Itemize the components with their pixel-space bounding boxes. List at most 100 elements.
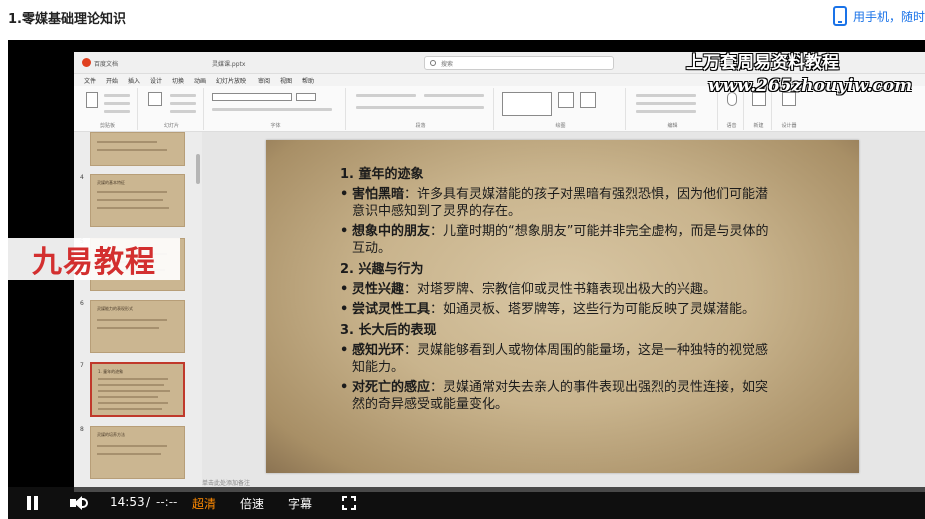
ribbon-label-drawing: 绘图 <box>555 123 566 129</box>
menu-view[interactable]: 视图 <box>280 76 292 85</box>
speaker-cone <box>74 496 82 510</box>
shapes-gallery[interactable] <box>502 92 552 116</box>
sound-wave <box>82 498 88 508</box>
ribbon-label-editing: 编辑 <box>667 123 678 129</box>
bullet-label: 对死亡的感应 <box>352 380 431 395</box>
paste-icon[interactable] <box>86 92 98 108</box>
bullet-item: 想象中的朋友：儿童时期的“想象朋友”可能并非完全虚构，而是与灵体的互动。 <box>340 223 780 257</box>
slide-thumbnail-pane: 4 灵媒的基本特征 5 6 灵媒能力的表现 <box>74 132 202 492</box>
slide-number: 7 <box>80 362 84 369</box>
font-size-select[interactable] <box>296 93 316 101</box>
search-placeholder: 搜索 <box>441 61 454 68</box>
subtitle-button[interactable]: 字幕 <box>288 495 312 512</box>
menu-insert[interactable]: 插入 <box>128 76 140 85</box>
slide-thumbnail[interactable]: 灵媒的培养方法 <box>90 426 185 479</box>
bullet-item: 害怕黑暗：许多具有灵媒潜能的孩子对黑暗有强烈恐惧，因为他们可能潜意识中感知到了灵… <box>340 186 780 220</box>
ribbon-label-new: 新建 <box>753 123 764 129</box>
app-logo-icon <box>82 58 91 67</box>
arrange-icon[interactable] <box>558 92 574 108</box>
menu-review[interactable]: 审阅 <box>258 76 270 85</box>
pause-button[interactable] <box>26 496 40 510</box>
menu-slideshow[interactable]: 幻灯片放映 <box>216 76 246 85</box>
quick-styles-icon[interactable] <box>580 92 596 108</box>
bullet-text: ：对塔罗牌、宗教信仰或灵性书籍表现出极大的兴趣。 <box>404 282 717 297</box>
new-slide-icon[interactable] <box>148 92 162 106</box>
ppt-workspace: 4 灵媒的基本特征 5 6 灵媒能力的表现 <box>74 132 925 492</box>
bullet-label: 灵性兴趣 <box>352 282 405 297</box>
mobile-link-label: 用手机，随时 <box>852 9 925 24</box>
thumbnail-title: 灵媒的基本特征 <box>97 180 125 185</box>
ribbon-group-clipboard: 剪贴板 <box>78 88 138 130</box>
slide-thumbnail-selected[interactable]: 1. 童年的迹象 <box>90 362 185 417</box>
mobile-watch-link[interactable]: 用手机，随时 <box>832 6 925 26</box>
current-slide[interactable]: 1. 童年的迹象 害怕黑暗：许多具有灵媒潜能的孩子对黑暗有强烈恐惧，因为他们可能… <box>266 140 859 473</box>
speed-button[interactable]: 倍速 <box>240 495 264 512</box>
ribbon-group-paragraph: 段落 <box>348 88 494 130</box>
app-name: 百度文档 <box>94 61 119 68</box>
watermark-url: www.265zhouyiw.com <box>708 76 913 96</box>
slide-text-box[interactable]: 1. 童年的迹象 害怕黑暗：许多具有灵媒潜能的孩子对黑暗有强烈恐惧，因为他们可能… <box>340 166 780 413</box>
search-icon <box>430 60 436 66</box>
menu-file[interactable]: 文件 <box>84 76 96 85</box>
watermark-brand: 九易教程 <box>8 238 180 280</box>
section-heading: 3. 长大后的表现 <box>340 323 437 338</box>
bullet-item: 对死亡的感应：灵媒通常对失去亲人的事件表现出强烈的灵性连接，如突然的奇异感受或能… <box>340 379 780 413</box>
phone-icon <box>832 6 847 26</box>
time-separator: / <box>146 495 151 509</box>
notes-placeholder[interactable]: 单击此处添加备注 <box>202 478 250 487</box>
time-current: 14:53 <box>110 495 145 509</box>
bullet-item: 尝试灵性工具：如通灵板、塔罗牌等，这些行为可能反映了灵媒潜能。 <box>340 301 780 318</box>
ppt-window: 百度文档 灵媒课.pptx 搜索 文件 开始 插入 设计 切换 动画 幻灯片放映… <box>74 52 925 492</box>
bullet-text: ：许多具有灵媒潜能的孩子对黑暗有强烈恐惧，因为他们可能潜意识中感知到了灵界的存在… <box>352 187 769 219</box>
watermark-top: 上万套周易资料教程 <box>686 53 839 73</box>
ribbon-label-slides: 幻灯片 <box>163 123 179 129</box>
slide-thumbnail[interactable] <box>90 132 185 166</box>
bullet-label: 害怕黑暗 <box>352 187 405 202</box>
slide-number: 4 <box>80 174 84 181</box>
ppt-search-input[interactable]: 搜索 <box>424 56 614 70</box>
quality-button[interactable]: 超清 <box>192 495 216 512</box>
course-title: 1.零媒基础理论知识 <box>8 12 126 27</box>
bullet-label: 尝试灵性工具 <box>352 302 431 317</box>
ribbon-group-drawing: 绘图 <box>496 88 626 130</box>
bullet-item: 灵性兴趣：对塔罗牌、宗教信仰或灵性书籍表现出极大的兴趣。 <box>340 281 780 298</box>
ribbon-group-slides: 幻灯片 <box>140 88 204 130</box>
page-header: 1.零媒基础理论知识 用手机，随时 <box>0 0 925 38</box>
ribbon-label-font: 字体 <box>270 123 281 129</box>
menu-design[interactable]: 设计 <box>150 76 162 85</box>
bullet-text: ：如通灵板、塔罗牌等，这些行为可能反映了灵媒潜能。 <box>430 302 756 317</box>
ribbon-label-voice: 语音 <box>726 123 737 129</box>
bullet-item: 感知光环：灵媒能够看到人或物体周围的能量场，这是一种独特的视觉感知能力。 <box>340 342 780 376</box>
slide-thumbnail[interactable]: 灵媒能力的表现形式 <box>90 300 185 353</box>
thumbnail-scrollbar[interactable] <box>196 154 200 184</box>
menu-home[interactable]: 开始 <box>106 76 118 85</box>
video-player[interactable]: 百度文档 灵媒课.pptx 搜索 文件 开始 插入 设计 切换 动画 幻灯片放映… <box>8 40 925 519</box>
slide-number: 6 <box>80 300 84 307</box>
ribbon-label-paragraph: 段落 <box>415 123 426 129</box>
slide-thumbnail[interactable]: 灵媒的基本特征 <box>90 174 185 227</box>
slide-number: 8 <box>80 426 84 433</box>
font-family-select[interactable] <box>212 93 292 101</box>
file-name: 灵媒课.pptx <box>212 61 246 68</box>
thumbnail-title: 灵媒能力的表现形式 <box>97 306 133 311</box>
menu-animation[interactable]: 动画 <box>194 76 206 85</box>
fullscreen-button[interactable] <box>342 496 356 510</box>
section-heading: 1. 童年的迹象 <box>340 167 424 182</box>
ribbon-group-editing: 编辑 <box>628 88 718 130</box>
volume-button[interactable] <box>70 495 90 511</box>
time-total: --:-- <box>156 495 178 509</box>
section-heading: 2. 兴趣与行为 <box>340 262 424 277</box>
ribbon-group-font: 字体 <box>206 88 346 130</box>
menu-transition[interactable]: 切换 <box>172 76 184 85</box>
player-controls: 14:53 / --:-- 超清 倍速 字幕 <box>8 487 925 519</box>
ribbon-label-designer: 设计器 <box>781 123 797 129</box>
bullet-label: 感知光环 <box>352 343 405 358</box>
bullet-text: ：灵媒能够看到人或物体周围的能量场，这是一种独特的视觉感知能力。 <box>352 343 769 375</box>
bullet-label: 想象中的朋友 <box>352 224 431 239</box>
slide-editor-area: 1. 童年的迹象 害怕黑暗：许多具有灵媒潜能的孩子对黑暗有强烈恐惧，因为他们可能… <box>202 132 925 492</box>
ribbon-label-clipboard: 剪贴板 <box>99 123 115 129</box>
page-root: 1.零媒基础理论知识 用手机，随时 百度文档 灵媒课.pptx 搜索 文件 开始… <box>0 0 925 519</box>
watermark-brand-text: 九易教程 <box>32 245 156 280</box>
menu-help[interactable]: 帮助 <box>302 76 314 85</box>
thumbnail-title: 灵媒的培养方法 <box>97 432 125 437</box>
